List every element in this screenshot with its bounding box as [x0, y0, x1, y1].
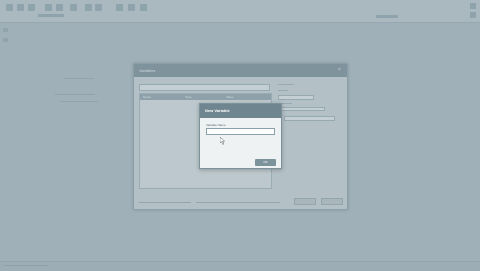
background-line: [60, 101, 98, 102]
scope-select[interactable]: [139, 84, 270, 91]
table-header: Name Type Value: [140, 94, 271, 100]
property-label-line: [278, 84, 294, 85]
window-menu-icon[interactable]: [470, 12, 476, 18]
redo-icon[interactable]: [95, 4, 102, 11]
copy-icon[interactable]: [56, 4, 63, 11]
property-field[interactable]: [278, 107, 325, 111]
left-tool-strip: [0, 22, 14, 270]
open-icon[interactable]: [17, 4, 24, 11]
background-line: [64, 78, 94, 79]
ok-button[interactable]: [294, 198, 316, 205]
stop-icon[interactable]: [128, 4, 135, 11]
footer-note-line: [139, 202, 191, 203]
save-icon[interactable]: [28, 4, 35, 11]
cut-icon[interactable]: [45, 4, 52, 11]
debug-icon[interactable]: [140, 4, 147, 11]
paste-icon[interactable]: [70, 4, 77, 11]
app-toolbar: [0, 0, 480, 23]
new-variable-dialog: New Variable Variable Name OK: [199, 103, 282, 169]
toolbar-status: [376, 15, 398, 18]
footer-note-line: [196, 202, 280, 203]
status-text-line: [4, 265, 48, 266]
variable-name-label: Variable Name: [206, 123, 226, 127]
property-label-line: [278, 90, 288, 91]
ok-button[interactable]: OK: [255, 159, 276, 166]
mouse-pointer-icon: [220, 137, 226, 145]
column-header-type[interactable]: Type: [185, 95, 192, 99]
tool-icon[interactable]: [3, 28, 8, 32]
tool-icon[interactable]: [3, 38, 8, 42]
property-select[interactable]: [284, 116, 335, 121]
cancel-button[interactable]: [321, 198, 343, 205]
close-icon[interactable]: ×: [338, 68, 343, 73]
modal-title: New Variable: [200, 104, 281, 118]
window-control-icon[interactable]: [470, 3, 476, 9]
background-line: [55, 94, 95, 95]
toolbar-caption: [38, 14, 64, 17]
column-header-value[interactable]: Value: [226, 95, 233, 99]
run-icon[interactable]: [116, 4, 123, 11]
column-header-name[interactable]: Name: [143, 95, 151, 99]
dialog-title: Variables: [134, 64, 347, 77]
undo-icon[interactable]: [85, 4, 92, 11]
file-icon[interactable]: [6, 4, 13, 11]
property-select[interactable]: [278, 95, 314, 100]
variable-name-input[interactable]: [206, 128, 275, 135]
